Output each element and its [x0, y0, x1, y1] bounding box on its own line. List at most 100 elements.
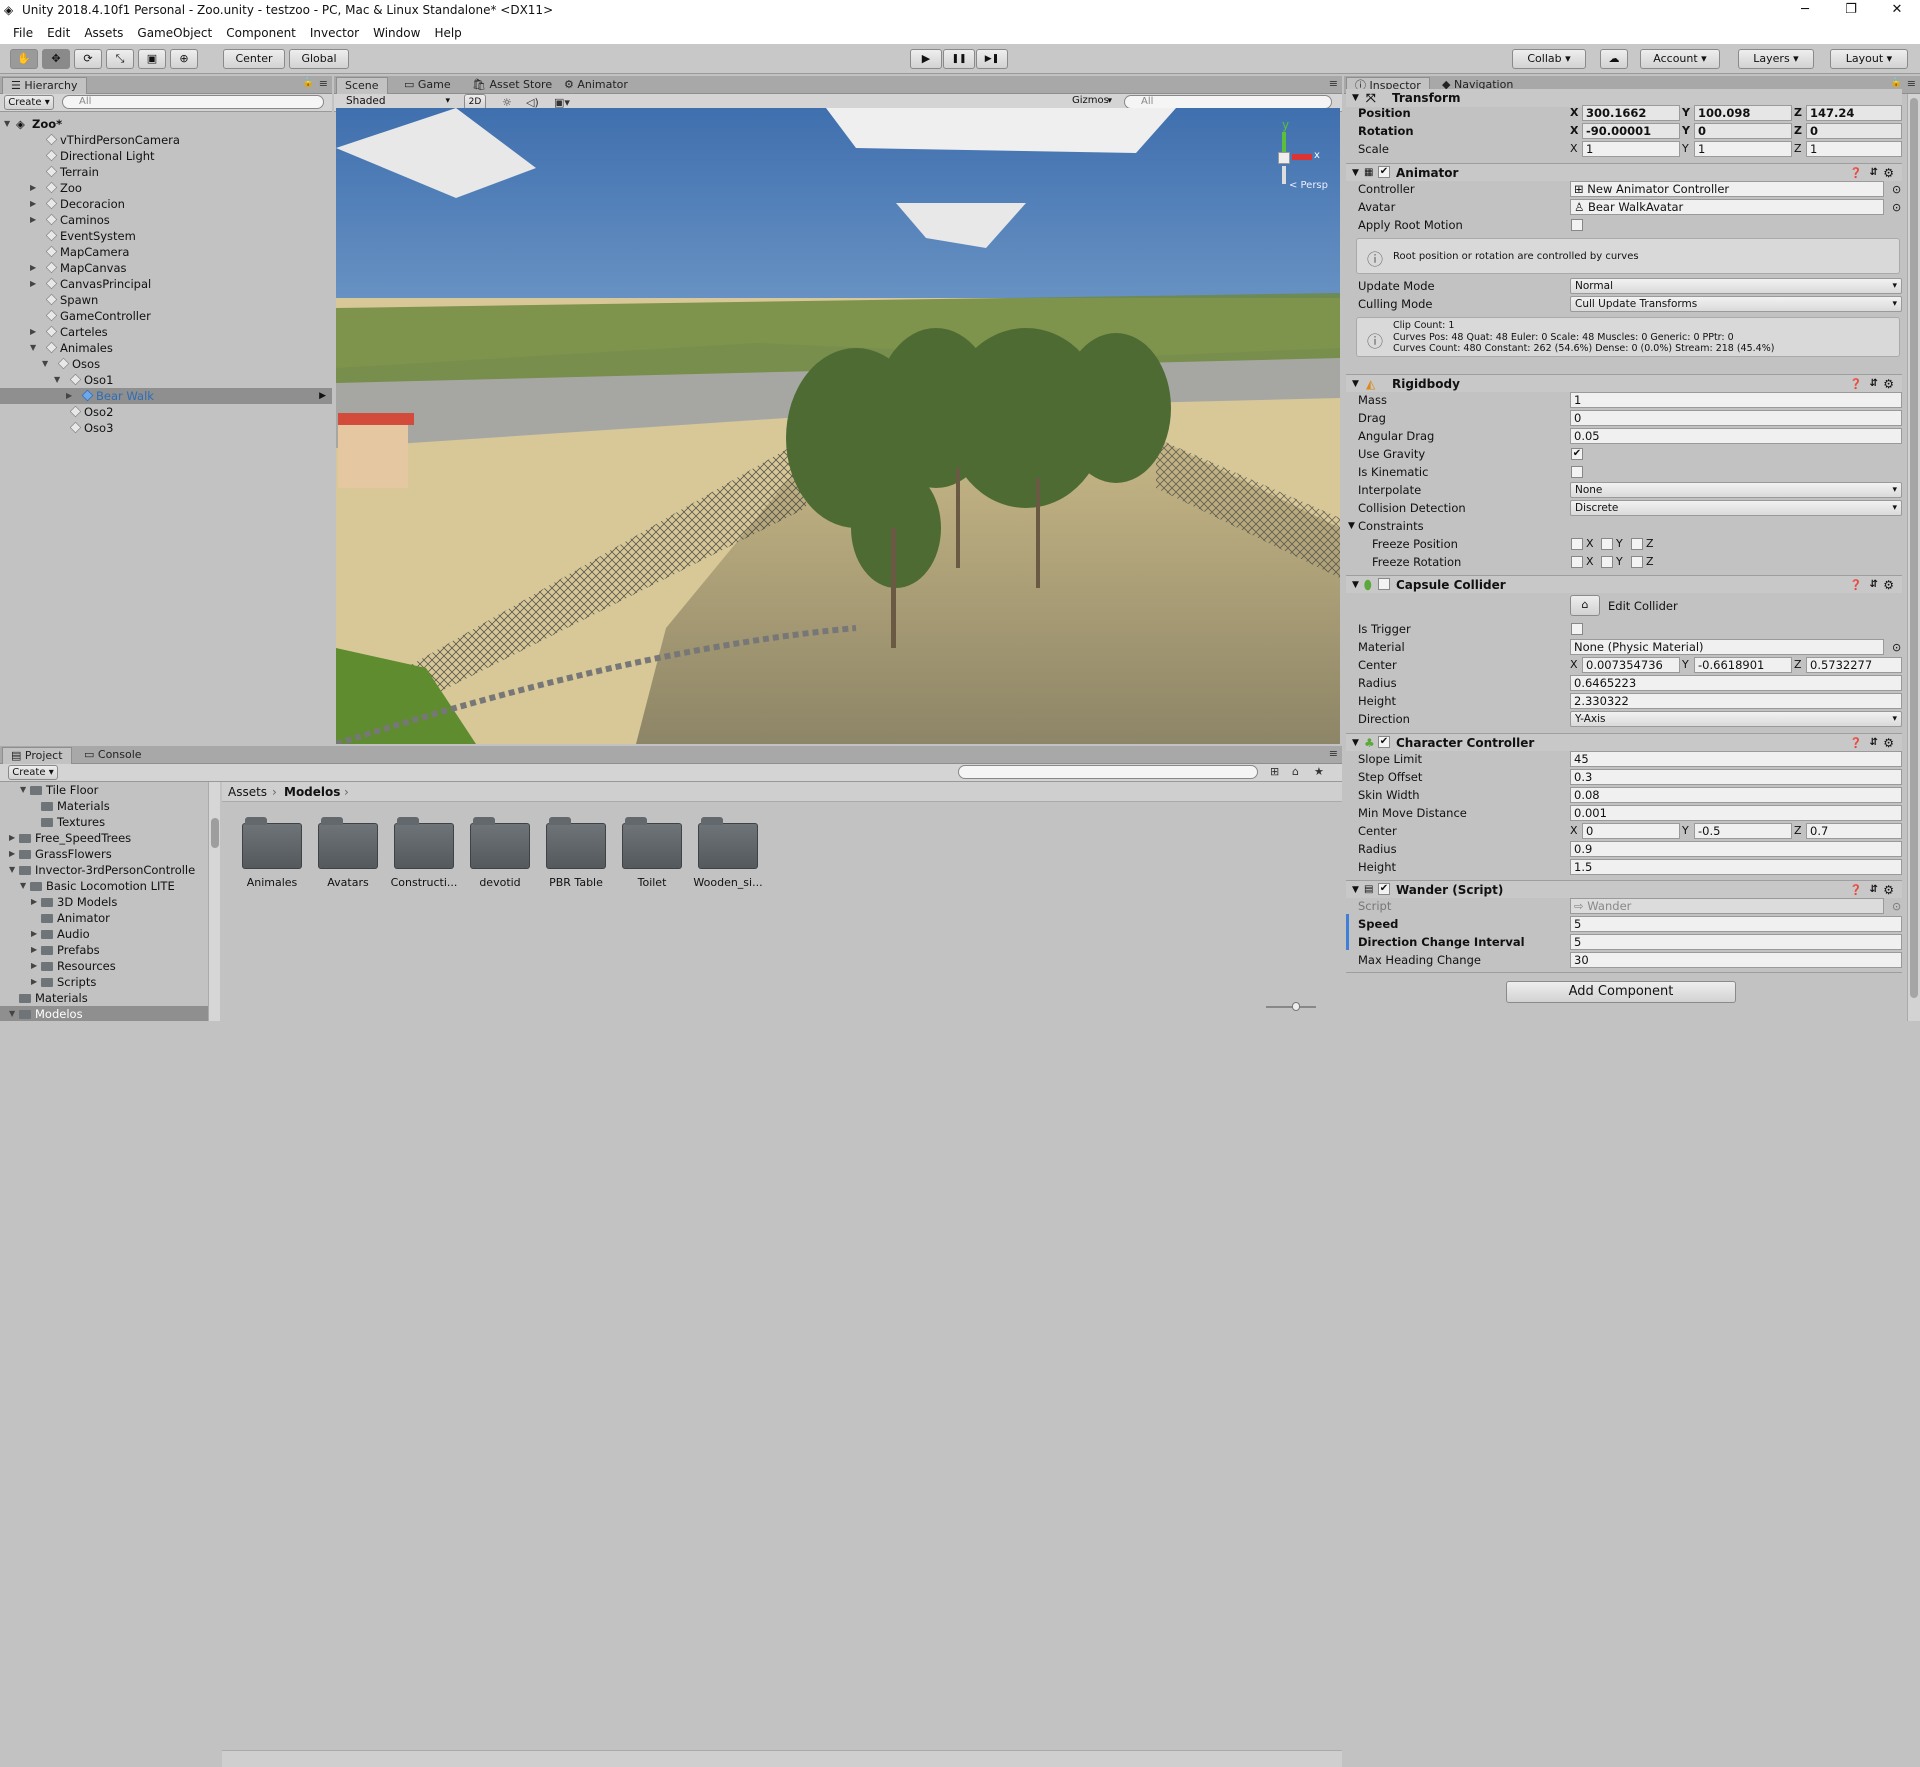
min-move-distance-field[interactable]: 0.001	[1570, 805, 1902, 821]
project-tree-item[interactable]: ▼ Modelos	[0, 1006, 208, 1021]
minimize-button[interactable]: ─	[1782, 0, 1828, 22]
expand-arrow-icon[interactable]: ▶	[66, 388, 72, 404]
cloud-icon[interactable]: ☁	[1600, 49, 1628, 69]
mass-field[interactable]: 1	[1570, 392, 1902, 408]
expand-arrow-icon[interactable]: ▼	[4, 116, 10, 132]
hierarchy-item[interactable]: Spawn	[0, 292, 332, 308]
tab-asset-store[interactable]: 🛍 Asset Store	[464, 77, 560, 94]
step-button[interactable]: ▶❚	[976, 49, 1008, 69]
project-tree-item[interactable]: ▶ 3D Models	[0, 894, 208, 910]
wander-enabled-checkbox[interactable]: ✔	[1378, 883, 1390, 895]
menu-assets[interactable]: Assets	[77, 22, 130, 44]
freeze-rot-x-checkbox[interactable]	[1571, 556, 1583, 568]
inspector-scrollbar-thumb[interactable]	[1910, 98, 1918, 998]
tree-scrollbar[interactable]	[208, 782, 220, 1021]
position-x-field[interactable]: 300.1662	[1582, 105, 1680, 121]
hierarchy-create-button[interactable]: Create ▾	[4, 95, 54, 110]
tab-console[interactable]: ▭ Console	[76, 747, 150, 764]
project-create-button[interactable]: Create ▾	[8, 765, 58, 780]
object-picker-icon[interactable]: ⊙	[1892, 199, 1901, 217]
collapse-arrow-icon[interactable]: ▼	[9, 862, 15, 878]
hierarchy-item[interactable]: ▶ Zoo	[0, 180, 332, 196]
axis-x[interactable]: x	[1314, 150, 1320, 161]
pivot-center-button[interactable]: Center	[223, 49, 285, 69]
hierarchy-item[interactable]: vThirdPersonCamera	[0, 132, 332, 148]
freeze-rot-z-checkbox[interactable]	[1631, 556, 1643, 568]
capsule-center-y-field[interactable]: -0.6618901	[1694, 657, 1792, 673]
project-tree-item[interactable]: ▶ Scripts	[0, 974, 208, 990]
angular-drag-field[interactable]: 0.05	[1570, 428, 1902, 444]
tab-scene[interactable]: Scene	[336, 77, 388, 94]
foldout-arrow-icon[interactable]: ▼	[1352, 576, 1359, 594]
culling-mode-dropdown[interactable]: Cull Update Transforms	[1570, 296, 1902, 312]
hierarchy-item[interactable]: Terrain	[0, 164, 332, 180]
position-z-field[interactable]: 147.24	[1806, 105, 1902, 121]
hierarchy-item[interactable]: ▶ Caminos	[0, 212, 332, 228]
hand-tool-icon[interactable]: ✋	[10, 49, 38, 69]
avatar-field[interactable]: ♙ Bear WalkAvatar	[1570, 199, 1884, 215]
cc-center-x-field[interactable]: 0	[1582, 823, 1680, 839]
hierarchy-item[interactable]: ▶ Carteles	[0, 324, 332, 340]
project-tree-item[interactable]: Materials	[0, 798, 208, 814]
position-y-field[interactable]: 100.098	[1694, 105, 1792, 121]
help-icon[interactable]: ❓	[1850, 577, 1862, 595]
folder-label[interactable]: Toilet	[612, 876, 692, 889]
close-button[interactable]: ✕	[1874, 0, 1920, 22]
collab-button[interactable]: Collab ▾	[1512, 49, 1586, 69]
speed-field[interactable]: 5	[1570, 916, 1902, 932]
pivot-global-button[interactable]: Global	[289, 49, 349, 69]
hierarchy-item[interactable]: ▶ CanvasPrincipal	[0, 276, 332, 292]
project-tree-item[interactable]: Animator	[0, 910, 208, 926]
hierarchy-item[interactable]: ▶ Bear Walk ▶	[0, 388, 332, 404]
hierarchy-item[interactable]: ▼ Oso1	[0, 372, 332, 388]
interpolate-dropdown[interactable]: None	[1570, 482, 1902, 498]
is-trigger-checkbox[interactable]	[1571, 623, 1583, 635]
menu-help[interactable]: Help	[427, 22, 468, 44]
freeze-rot-y-checkbox[interactable]	[1601, 556, 1613, 568]
scale-x-field[interactable]: 1	[1582, 141, 1680, 157]
menu-gameobject[interactable]: GameObject	[130, 22, 219, 44]
rotation-y-field[interactable]: 0	[1694, 123, 1792, 139]
folder-icon[interactable]	[242, 817, 302, 869]
collapse-arrow-icon[interactable]: ▼	[20, 782, 26, 798]
hierarchy-item[interactable]: ▶ MapCanvas	[0, 260, 332, 276]
animator-header[interactable]: ▼ ▦ ✔ Animator ❓ ⇵ ⚙	[1346, 163, 1902, 181]
expand-arrow-icon[interactable]: ▶	[31, 958, 37, 974]
slope-limit-field[interactable]: 45	[1570, 751, 1902, 767]
constraints-row[interactable]: ▼ Constraints	[1348, 517, 1902, 535]
use-gravity-checkbox[interactable]: ✔	[1571, 448, 1583, 460]
scale-tool-icon[interactable]: ⤡	[106, 49, 134, 69]
cc-center-z-field[interactable]: 0.7	[1806, 823, 1902, 839]
gear-icon[interactable]: ⚙	[1883, 576, 1894, 594]
breadcrumb-assets[interactable]: Assets	[228, 782, 267, 802]
cc-height-field[interactable]: 1.5	[1570, 859, 1902, 875]
menu-edit[interactable]: Edit	[40, 22, 77, 44]
panel-menu-icon[interactable]: ≡	[319, 77, 328, 90]
hierarchy-item[interactable]: ▶ Decoracion	[0, 196, 332, 212]
folder-icon[interactable]	[470, 817, 530, 869]
scene-render[interactable]	[336, 108, 1340, 744]
expand-arrow-icon[interactable]: ▶	[30, 212, 36, 228]
folder-label[interactable]: Wooden_si...	[688, 876, 768, 889]
menu-invector[interactable]: Invector	[303, 22, 366, 44]
project-tree-item[interactable]: ▶ Prefabs	[0, 942, 208, 958]
expand-arrow-icon[interactable]: ▶	[30, 196, 36, 212]
drag-field[interactable]: 0	[1570, 410, 1902, 426]
gizmo-z-cone[interactable]	[1282, 166, 1286, 184]
breadcrumb-modelos[interactable]: Modelos	[284, 782, 340, 802]
folder-label[interactable]: Avatars	[308, 876, 388, 889]
panel-menu-icon[interactable]: ≡	[1329, 77, 1338, 90]
tab-game[interactable]: ▭ Game	[396, 77, 459, 94]
expand-arrow-icon[interactable]: ▶	[30, 276, 36, 292]
favorite-star-icon[interactable]: ★	[1314, 765, 1324, 778]
update-mode-dropdown[interactable]: Normal	[1570, 278, 1902, 294]
scale-z-field[interactable]: 1	[1806, 141, 1902, 157]
folder-label[interactable]: PBR Table	[536, 876, 616, 889]
account-button[interactable]: Account ▾	[1640, 49, 1720, 69]
hierarchy-item[interactable]: ▼ Osos	[0, 356, 332, 372]
project-tree-item[interactable]: Textures	[0, 814, 208, 830]
capsule-center-x-field[interactable]: 0.007354736	[1582, 657, 1680, 673]
expand-arrow-icon[interactable]: ▶	[31, 974, 37, 990]
tab-hierarchy[interactable]: ☰ Hierarchy	[2, 77, 87, 94]
move-tool-icon[interactable]: ✥	[42, 49, 70, 69]
